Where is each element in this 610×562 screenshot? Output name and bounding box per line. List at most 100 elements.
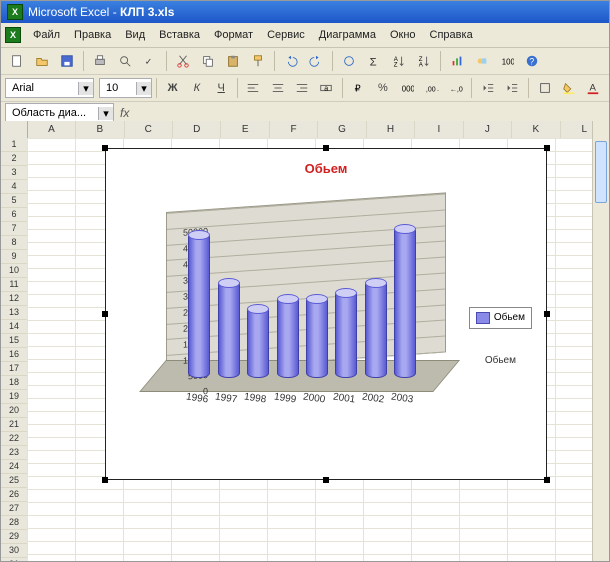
vertical-scrollbar[interactable]	[592, 121, 609, 561]
save-icon[interactable]	[55, 49, 79, 73]
cut-icon[interactable]	[171, 49, 195, 73]
worksheet-grid[interactable]: A B C D E F G H I J K L 1234567891011121…	[1, 121, 609, 561]
chart-bar[interactable]	[247, 308, 269, 378]
font-color-icon[interactable]: A	[582, 76, 605, 100]
align-left-icon[interactable]	[242, 76, 265, 100]
sort-asc-icon[interactable]: AZ	[387, 49, 411, 73]
chevron-down-icon[interactable]: ▾	[98, 107, 113, 120]
increase-decimal-icon[interactable]: ,00→	[420, 76, 443, 100]
row-header[interactable]: 30	[1, 544, 27, 558]
row-header[interactable]: 2	[1, 152, 27, 166]
cells[interactable]: Обьем Обьем 0500010000150002000025000300…	[27, 138, 609, 561]
row-header[interactable]: 24	[1, 460, 27, 474]
print-icon[interactable]	[88, 49, 112, 73]
redo-icon[interactable]	[304, 49, 328, 73]
row-header[interactable]: 13	[1, 306, 27, 320]
col-header[interactable]: I	[415, 121, 463, 138]
row-header[interactable]: 22	[1, 432, 27, 446]
fill-color-icon[interactable]	[557, 76, 580, 100]
resize-handle[interactable]	[102, 477, 108, 483]
chart-legend[interactable]: Обьем	[469, 307, 532, 329]
row-header[interactable]: 7	[1, 222, 27, 236]
chart-object[interactable]: Обьем Обьем 0500010000150002000025000300…	[105, 148, 547, 480]
fx-icon[interactable]: fx	[120, 106, 129, 120]
chart-wizard-icon[interactable]	[445, 49, 469, 73]
align-right-icon[interactable]	[290, 76, 313, 100]
chart-bar[interactable]	[188, 234, 210, 378]
undo-icon[interactable]	[279, 49, 303, 73]
scrollbar-thumb[interactable]	[595, 141, 607, 203]
row-header[interactable]: 11	[1, 278, 27, 292]
col-header[interactable]: F	[270, 121, 318, 138]
row-header[interactable]: 4	[1, 180, 27, 194]
col-header[interactable]: C	[125, 121, 173, 138]
row-header[interactable]: 25	[1, 474, 27, 488]
percent-icon[interactable]: %	[371, 76, 394, 100]
chart-plot-area[interactable]: Обьем 0500010000150002000025000300003500…	[116, 182, 536, 442]
currency-icon[interactable]: ₽	[347, 76, 370, 100]
row-header[interactable]: 19	[1, 390, 27, 404]
merge-center-icon[interactable]: a	[315, 76, 338, 100]
row-header[interactable]: 16	[1, 348, 27, 362]
font-size-combo[interactable]: 10 ▾	[99, 78, 152, 98]
row-header[interactable]: 26	[1, 488, 27, 502]
row-header[interactable]: 9	[1, 250, 27, 264]
hyperlink-icon[interactable]	[337, 49, 361, 73]
align-center-icon[interactable]	[266, 76, 289, 100]
chart-bar[interactable]	[365, 282, 387, 378]
chart-bar[interactable]	[218, 282, 240, 378]
row-header[interactable]: 17	[1, 362, 27, 376]
menu-chart[interactable]: Диаграмма	[313, 27, 382, 43]
paste-icon[interactable]	[221, 49, 245, 73]
new-icon[interactable]	[5, 49, 29, 73]
chart-bar[interactable]	[277, 298, 299, 378]
row-header[interactable]: 12	[1, 292, 27, 306]
row-header[interactable]: 10	[1, 264, 27, 278]
decrease-decimal-icon[interactable]: ←,0	[444, 76, 467, 100]
zoom-icon[interactable]: 100	[495, 49, 519, 73]
col-header[interactable]: J	[464, 121, 512, 138]
menu-edit[interactable]: Правка	[68, 27, 117, 43]
row-header[interactable]: 8	[1, 236, 27, 250]
col-header[interactable]: G	[318, 121, 366, 138]
menu-insert[interactable]: Вставка	[153, 27, 206, 43]
col-header[interactable]: B	[76, 121, 124, 138]
menu-view[interactable]: Вид	[119, 27, 151, 43]
spell-icon[interactable]: ✓	[138, 49, 162, 73]
comma-icon[interactable]: 000	[396, 76, 419, 100]
col-header[interactable]: A	[28, 121, 76, 138]
resize-handle[interactable]	[102, 311, 108, 317]
row-header[interactable]: 20	[1, 404, 27, 418]
italic-icon[interactable]: К	[185, 76, 208, 100]
col-header[interactable]: K	[512, 121, 560, 138]
resize-handle[interactable]	[544, 477, 550, 483]
copy-icon[interactable]	[196, 49, 220, 73]
menu-help[interactable]: Справка	[424, 27, 479, 43]
autosum-icon[interactable]: Σ	[362, 49, 386, 73]
resize-handle[interactable]	[323, 145, 329, 151]
row-header[interactable]: 15	[1, 334, 27, 348]
row-header[interactable]: 18	[1, 376, 27, 390]
row-header[interactable]: 27	[1, 502, 27, 516]
row-header[interactable]: 29	[1, 530, 27, 544]
bold-icon[interactable]: Ж	[161, 76, 184, 100]
preview-icon[interactable]	[113, 49, 137, 73]
underline-icon[interactable]: Ч	[210, 76, 233, 100]
row-header[interactable]: 14	[1, 320, 27, 334]
chart-bar[interactable]	[306, 298, 328, 378]
chevron-down-icon[interactable]: ▾	[78, 82, 93, 95]
row-header[interactable]: 28	[1, 516, 27, 530]
open-icon[interactable]	[30, 49, 54, 73]
workbook-icon[interactable]: X	[5, 27, 21, 43]
resize-handle[interactable]	[544, 145, 550, 151]
resize-handle[interactable]	[544, 311, 550, 317]
menu-tools[interactable]: Сервис	[261, 27, 311, 43]
chart-bar[interactable]	[335, 292, 357, 378]
resize-handle[interactable]	[323, 477, 329, 483]
col-header[interactable]: D	[173, 121, 221, 138]
col-header[interactable]: E	[221, 121, 269, 138]
chevron-down-icon[interactable]: ▾	[136, 82, 151, 95]
select-all-corner[interactable]	[1, 121, 28, 138]
name-box[interactable]: Область диа... ▾	[5, 103, 114, 123]
row-header[interactable]: 23	[1, 446, 27, 460]
